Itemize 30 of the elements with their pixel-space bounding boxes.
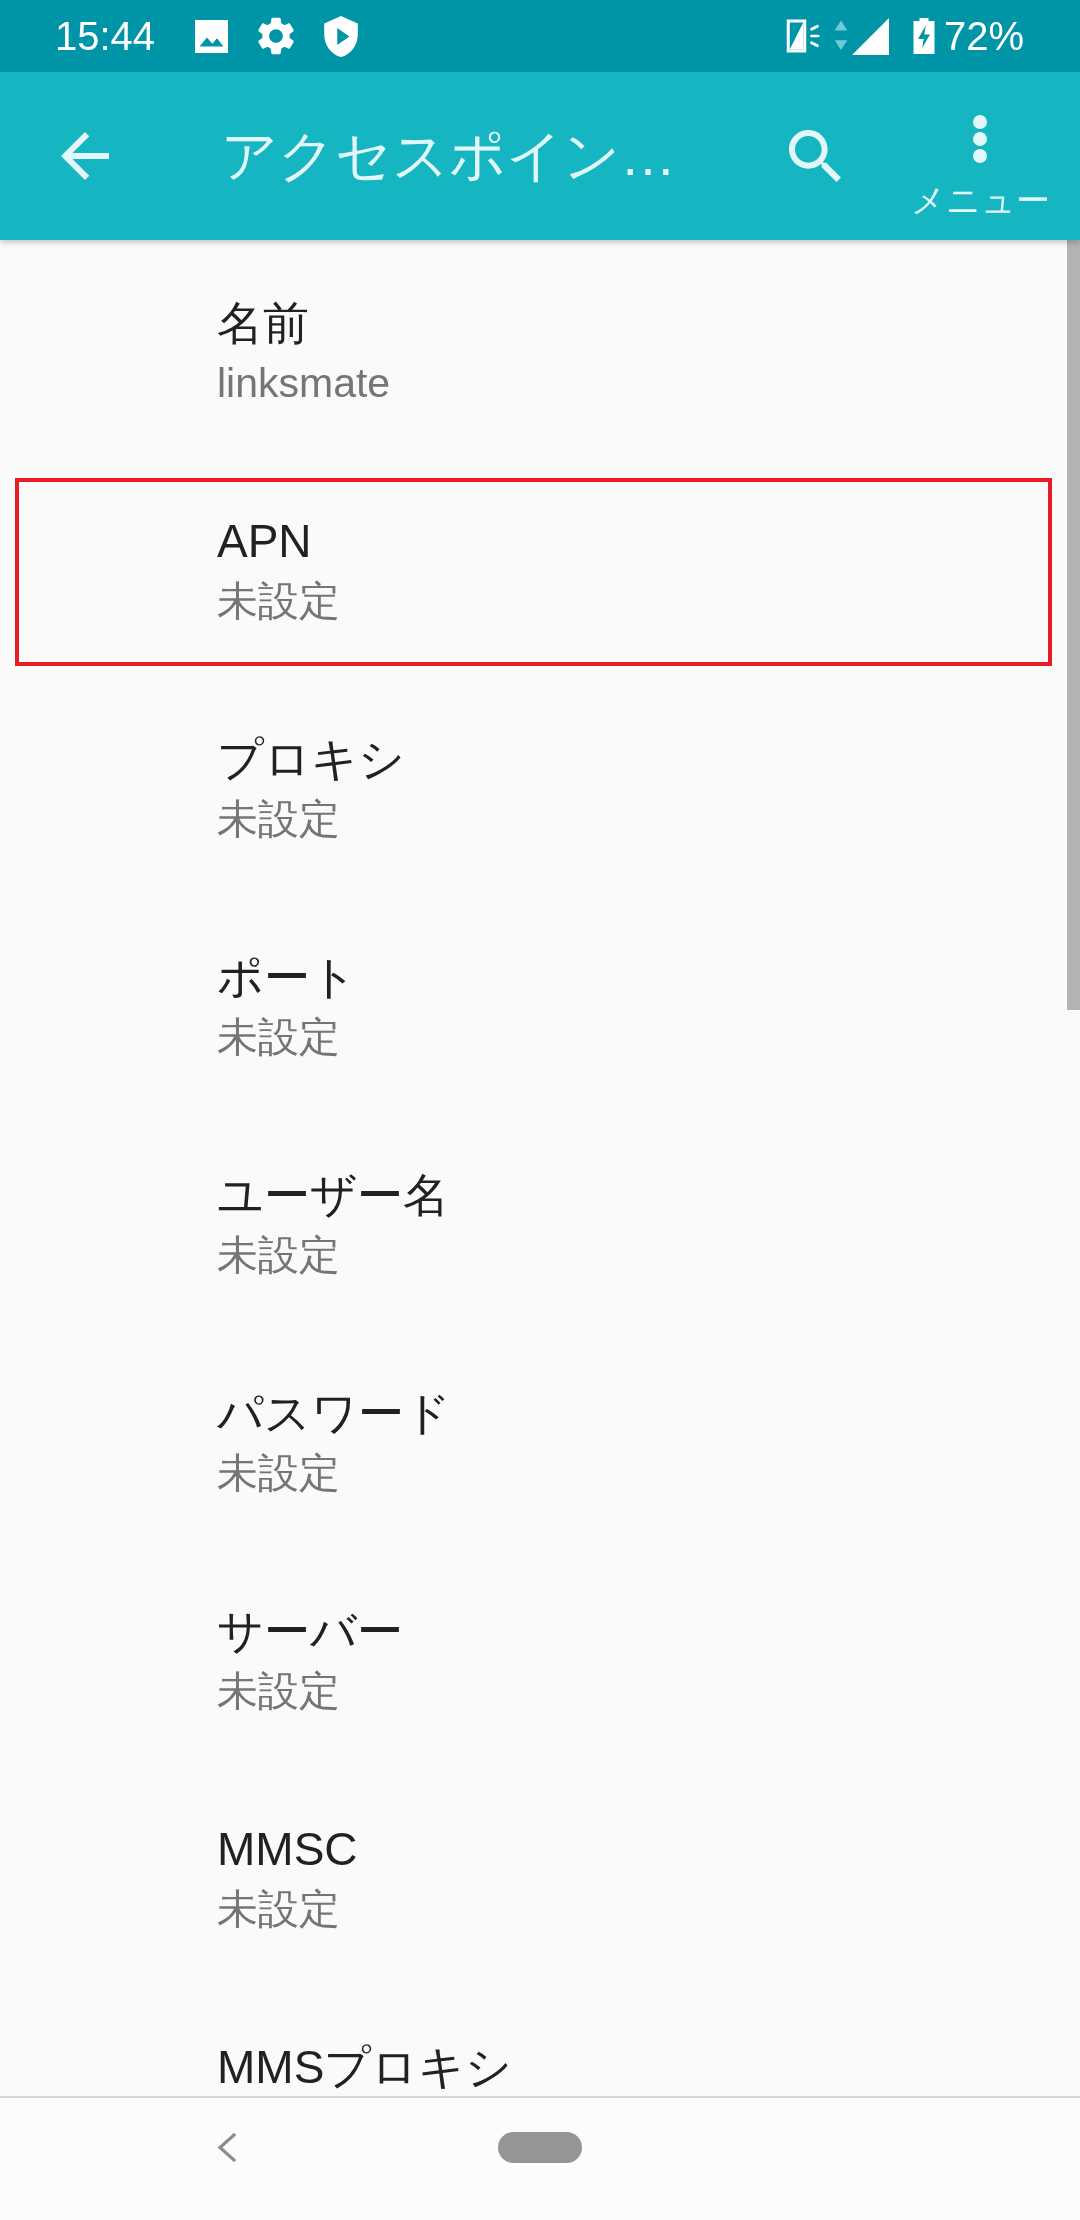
back-arrow-icon[interactable] [61,132,109,180]
setting-value: 未設定 [217,577,340,626]
setting-title[interactable]: MMSプロキシ [217,2044,513,2090]
back-chevron-icon[interactable] [217,2132,236,2162]
setting-title[interactable]: ポート [217,954,357,1000]
setting-value: 未設定 [217,1449,340,1498]
setting-value: linksmate [217,359,391,408]
setting-title[interactable]: 名前 [217,300,309,346]
setting-value: 未設定 [217,1885,340,1934]
setting-title[interactable]: MMSC [217,1826,358,1872]
image-icon [195,19,229,53]
settings-icon [258,17,295,55]
signal-icon [851,17,889,55]
battery-charging-icon [911,18,936,54]
setting-value: 未設定 [217,795,340,844]
shield-play-icon [324,15,359,57]
setting-title[interactable]: サーバー [217,1608,403,1654]
menu-dots-icon [973,115,987,163]
status-time: 15:44 [55,13,156,59]
setting-value: 未設定 [217,1667,340,1716]
app-bar-title: アクセスポイン… [221,123,676,189]
battery-percent: 72% [943,13,1024,59]
setting-title[interactable]: APN [217,518,312,564]
home-pill-icon[interactable] [498,2131,582,2163]
setting-title[interactable]: パスワード [217,1390,451,1436]
setting-value: 未設定 [217,1013,340,1062]
setting-title[interactable]: プロキシ [217,736,405,782]
setting-value: 未設定 [217,1231,340,1280]
setting-title[interactable]: ユーザー名 [217,1172,449,1218]
search-icon[interactable] [789,130,841,182]
